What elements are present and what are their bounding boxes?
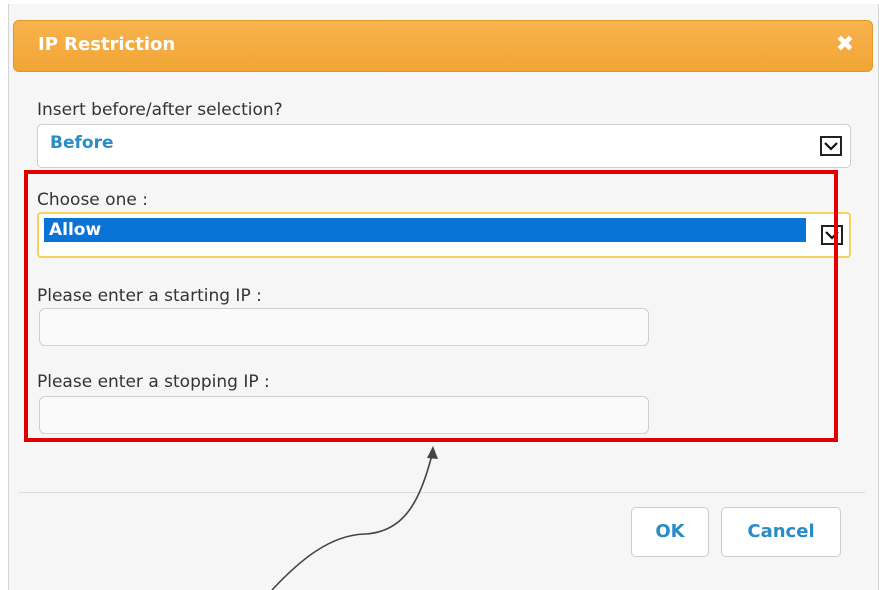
annotation-arrow	[271, 446, 438, 590]
